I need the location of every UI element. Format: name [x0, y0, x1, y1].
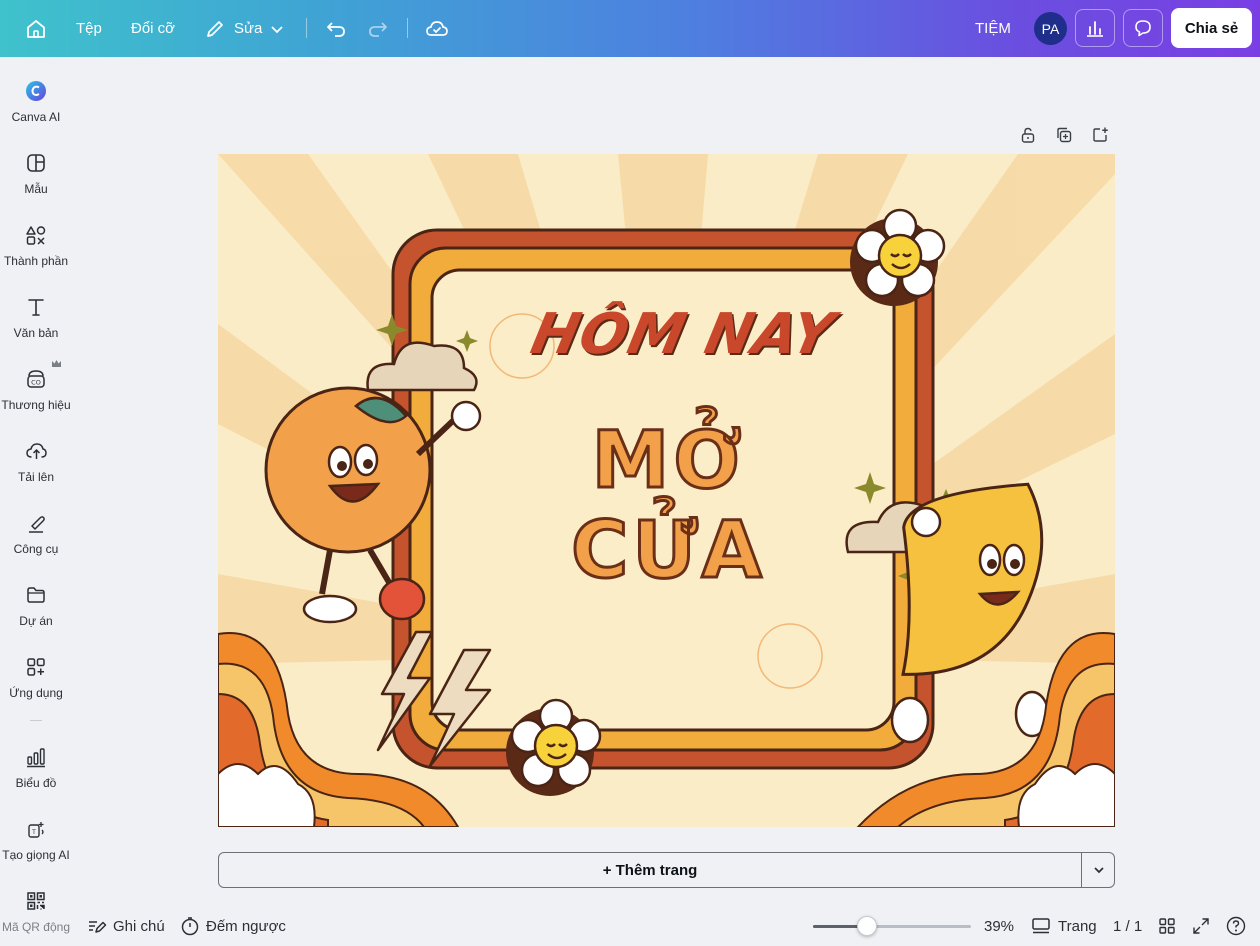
- brand-kit-label[interactable]: TIỆM: [975, 0, 1011, 57]
- projects-icon: [24, 583, 48, 607]
- lock-icon[interactable]: [1019, 126, 1037, 144]
- sidebar-item-label: Tạo giọng AI: [2, 848, 70, 862]
- notes-button[interactable]: Ghi chú: [87, 912, 165, 940]
- chevron-down-icon[interactable]: [270, 0, 284, 57]
- svg-text:T: T: [31, 829, 36, 836]
- add-page-icon[interactable]: [1091, 126, 1109, 144]
- sidebar-item-ai-voice[interactable]: T Tạo giọng AI: [0, 817, 72, 883]
- charts-icon: [24, 745, 48, 769]
- sidebar-item-label: Mẫu: [24, 182, 48, 196]
- zoom-slider-thumb[interactable]: [856, 916, 877, 936]
- design-canvas[interactable]: HÔM NAY MỞ CỬA: [218, 154, 1115, 827]
- design-heading-line2[interactable]: MỞ CỬA: [496, 415, 841, 598]
- brand-icon: CO: [24, 367, 48, 391]
- insights-button[interactable]: [1075, 9, 1115, 47]
- sidebar-item-label: Dự án: [19, 614, 53, 628]
- grid-view-icon[interactable]: [1158, 912, 1176, 940]
- sidebar-item-label: Canva AI: [11, 110, 61, 124]
- design-heading-line1[interactable]: HÔM NAY: [511, 302, 855, 367]
- canva-ai-icon: [24, 79, 48, 103]
- comments-button[interactable]: [1123, 9, 1163, 47]
- text-icon: [24, 295, 48, 319]
- avatar[interactable]: PA: [1034, 12, 1067, 45]
- sidebar-item-text[interactable]: Văn bản: [0, 295, 72, 361]
- apps-icon: [24, 655, 48, 679]
- pages-icon: [1032, 918, 1050, 934]
- sidebar-item-uploads[interactable]: Tải lên: [0, 439, 72, 505]
- ai-voice-icon: T: [24, 817, 48, 841]
- top-toolbar: Tệp Đổi cỡ Sửa TIỆM PA Chia sẻ: [0, 0, 1260, 57]
- cloud-saved-icon[interactable]: [425, 0, 449, 57]
- sidebar-item-label: Công cụ: [13, 542, 59, 556]
- sidebar-item-canva-ai[interactable]: Canva AI: [0, 79, 72, 145]
- sidebar-item-label: Biểu đồ: [15, 776, 57, 790]
- sidebar-item-label: Thương hiệu: [1, 398, 71, 412]
- chevron-down-icon: [1093, 867, 1104, 874]
- add-page-options-button[interactable]: [1082, 853, 1115, 887]
- sidebar-item-label: Văn bản: [13, 326, 59, 340]
- templates-icon: [24, 151, 48, 175]
- sidebar-item-label: Mã QR động: [1, 920, 71, 934]
- pages-label: Trang: [1058, 917, 1097, 935]
- home-icon[interactable]: [25, 0, 47, 57]
- sidebar-divider: [30, 720, 42, 721]
- page-count[interactable]: 1 / 1: [1113, 912, 1142, 940]
- upload-icon: [24, 439, 48, 463]
- resize-menu[interactable]: Đổi cỡ: [131, 0, 175, 57]
- timer-button[interactable]: Đếm ngược: [180, 912, 286, 940]
- notes-icon: [89, 921, 107, 933]
- sidebar-item-charts[interactable]: Biểu đồ: [0, 745, 72, 811]
- share-button[interactable]: Chia sẻ: [1171, 8, 1252, 48]
- crown-icon: [51, 355, 62, 373]
- zoom-value[interactable]: 39%: [984, 912, 1014, 940]
- notes-label: Ghi chú: [113, 917, 165, 935]
- timer-label: Đếm ngược: [206, 917, 286, 935]
- duplicate-page-icon[interactable]: [1055, 126, 1073, 144]
- help-icon[interactable]: [1226, 912, 1246, 940]
- sidebar-item-projects[interactable]: Dự án: [0, 583, 72, 649]
- sidebar-item-label: Tải lên: [17, 470, 55, 484]
- left-sidebar: Canva AI Mẫu Thành phần Văn bản CO Thươn…: [0, 57, 72, 946]
- sidebar-item-brand[interactable]: CO Thương hiệu: [0, 367, 72, 433]
- undo-icon[interactable]: [325, 0, 347, 57]
- file-menu[interactable]: Tệp: [76, 0, 102, 57]
- tools-icon: [24, 511, 48, 535]
- svg-text:CO: CO: [31, 379, 41, 387]
- elements-icon: [24, 223, 48, 247]
- sidebar-item-label: Ứng dụng: [9, 686, 63, 700]
- add-page-bar: + Thêm trang: [218, 852, 1115, 888]
- fullscreen-icon[interactable]: [1192, 912, 1210, 940]
- pencil-icon[interactable]: [204, 0, 226, 57]
- sidebar-item-elements[interactable]: Thành phần: [0, 223, 72, 289]
- sidebar-item-templates[interactable]: Mẫu: [0, 151, 72, 217]
- timer-icon: [181, 917, 199, 936]
- add-page-button[interactable]: + Thêm trang: [219, 853, 1081, 887]
- pages-button[interactable]: Trang: [1031, 912, 1097, 940]
- sidebar-item-qr-code[interactable]: Mã QR động: [0, 889, 72, 946]
- sidebar-item-label: Thành phần: [3, 254, 69, 268]
- qr-code-icon: [24, 889, 48, 913]
- redo-icon[interactable]: [367, 0, 389, 57]
- sidebar-item-tools[interactable]: Công cụ: [0, 511, 72, 577]
- comment-icon: [1135, 20, 1151, 37]
- sidebar-item-apps[interactable]: Ứng dụng: [0, 655, 72, 721]
- bar-chart-icon: [1087, 21, 1103, 37]
- edit-menu[interactable]: Sửa: [234, 0, 262, 57]
